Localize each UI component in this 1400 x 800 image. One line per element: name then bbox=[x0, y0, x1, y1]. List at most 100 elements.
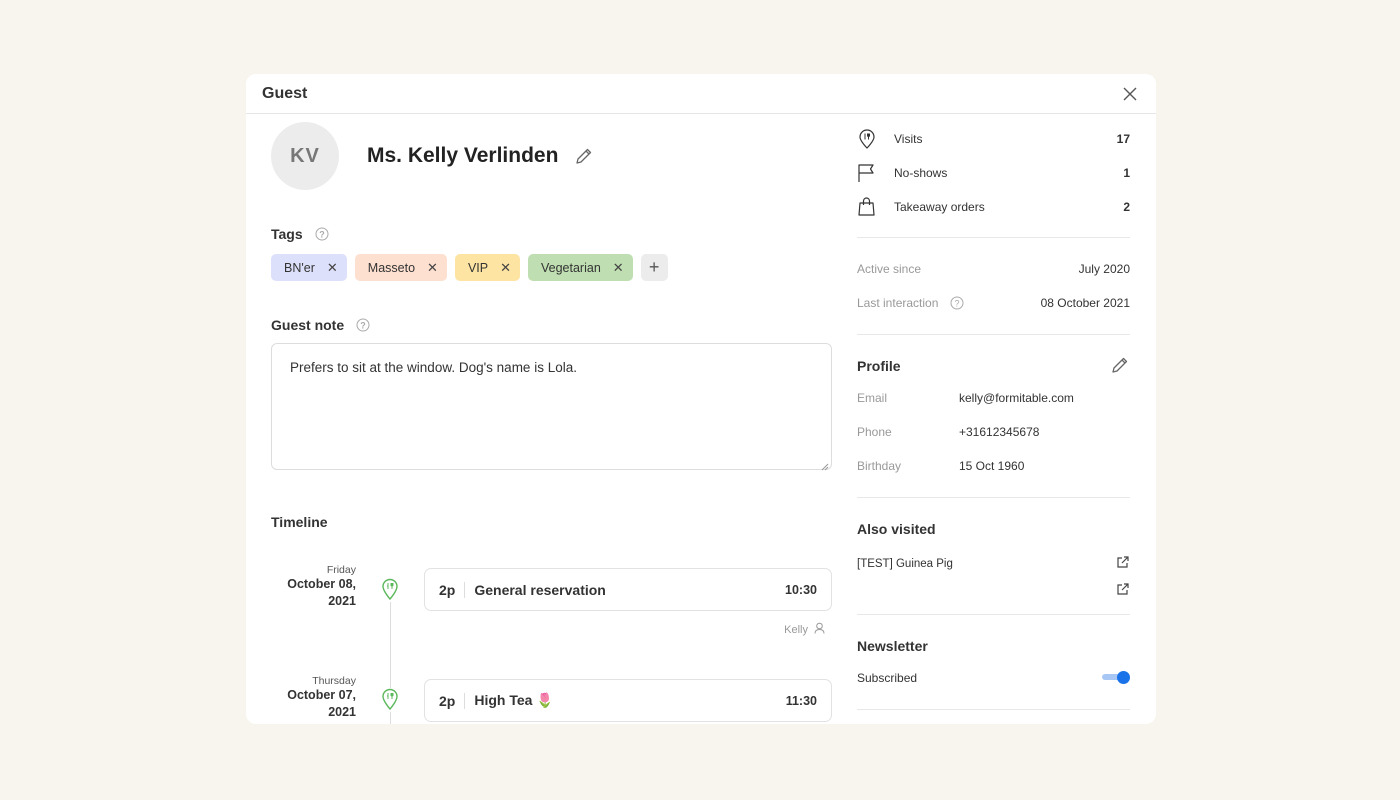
edit-profile-pencil-icon[interactable] bbox=[1110, 355, 1130, 378]
last-interaction-help-icon[interactable]: ? bbox=[950, 296, 964, 310]
right-column: Visits 17 No-shows 1 Takeaway orders 2 A… bbox=[857, 114, 1130, 710]
profile-heading: Profile bbox=[857, 351, 1130, 381]
tags-heading: Tags ? bbox=[271, 226, 833, 242]
timeline-author-name: Kelly bbox=[784, 623, 808, 636]
stat-takeaway: Takeaway orders 2 bbox=[857, 190, 1130, 224]
avatar: KV bbox=[271, 122, 339, 190]
remove-tag-icon[interactable]: ✕ bbox=[500, 260, 511, 276]
newsletter-heading: Newsletter bbox=[857, 631, 1130, 661]
timeline-title: High Tea 🌷 bbox=[474, 692, 554, 708]
profile-key: Phone bbox=[857, 425, 892, 439]
timeline-party-size: 2p bbox=[439, 581, 466, 598]
tag-label: Vegetarian bbox=[541, 260, 601, 275]
profile-phone-row: Phone +31612345678 bbox=[857, 415, 1130, 449]
remove-tag-icon[interactable]: ✕ bbox=[327, 260, 338, 276]
guest-note-label: Guest note bbox=[271, 317, 345, 333]
stat-visits: Visits 17 bbox=[857, 122, 1130, 156]
modal-title: Guest bbox=[262, 84, 308, 102]
add-tag-button[interactable]: + bbox=[640, 254, 668, 281]
shopping-bag-icon bbox=[857, 197, 877, 217]
guest-note-textarea[interactable]: Prefers to sit at the window. Dog's name… bbox=[271, 343, 832, 471]
timeline-weekday: Friday bbox=[326, 564, 356, 576]
active-since-row: Active since July 2020 bbox=[857, 252, 1130, 286]
tag-masseto: Masseto ✕ bbox=[354, 254, 447, 281]
last-interaction-value: 08 October 2021 bbox=[1040, 296, 1130, 310]
modal-header: Guest bbox=[246, 74, 1156, 114]
user-icon bbox=[814, 622, 825, 637]
newsletter-title: Newsletter bbox=[857, 638, 928, 654]
timeline-date-text: October 08, 2021 bbox=[287, 577, 356, 608]
last-interaction-row: Last interaction ? 08 October 2021 bbox=[857, 286, 1130, 320]
remove-tag-icon[interactable]: ✕ bbox=[613, 260, 624, 276]
divider bbox=[857, 709, 1130, 710]
svg-text:?: ? bbox=[360, 321, 366, 331]
also-visited-heading: Also visited bbox=[857, 514, 1130, 544]
timeline-date: Friday October 08, 2021 bbox=[271, 564, 356, 610]
visits-pin-icon bbox=[857, 129, 877, 149]
timeline-time: 11:30 bbox=[785, 693, 817, 708]
timeline-card[interactable]: 2p General reservation 10:30 bbox=[424, 568, 832, 611]
profile-key: Email bbox=[857, 391, 888, 405]
profile-value[interactable]: kelly@formitable.com bbox=[959, 391, 1074, 405]
timeline-line bbox=[390, 602, 391, 688]
also-visited-item[interactable]: [TEST] Guinea Pig bbox=[857, 550, 1130, 577]
tag-label: VIP bbox=[467, 260, 489, 275]
tag-vegetarian: Vegetarian ✕ bbox=[528, 254, 633, 281]
resize-grip-icon[interactable] bbox=[821, 459, 829, 471]
timeline-title: General reservation bbox=[474, 581, 606, 598]
external-link-icon[interactable] bbox=[1116, 582, 1130, 599]
profile-value: 15 Oct 1960 bbox=[959, 459, 1025, 473]
stat-label: No-shows bbox=[894, 166, 948, 180]
tag-list: BN'er ✕ Masseto ✕ VIP ✕ Vegetarian ✕ + bbox=[271, 254, 833, 281]
also-visited-item[interactable] bbox=[857, 577, 1130, 604]
guest-note-heading: Guest note ? bbox=[271, 317, 833, 333]
timeline-card[interactable]: 2p High Tea 🌷 11:30 bbox=[424, 679, 832, 722]
external-link-icon[interactable] bbox=[1116, 555, 1130, 572]
active-since-value: July 2020 bbox=[1078, 262, 1130, 276]
tag-label: Masseto bbox=[367, 260, 416, 275]
timeline-weekday: Thursday bbox=[312, 675, 356, 687]
guest-header: KV Ms. Kelly Verlinden bbox=[271, 114, 833, 198]
tags-label: Tags bbox=[271, 226, 303, 242]
also-visited-name: [TEST] Guinea Pig bbox=[857, 557, 953, 570]
flag-icon bbox=[857, 163, 877, 183]
reservation-pin-icon bbox=[381, 688, 399, 711]
active-since-label: Active since bbox=[857, 262, 922, 276]
newsletter-toggle[interactable] bbox=[1102, 670, 1130, 686]
stat-value: 1 bbox=[1123, 166, 1130, 180]
timeline-party-size: 2p bbox=[439, 692, 466, 709]
stat-label: Takeaway orders bbox=[894, 200, 985, 214]
timeline-date: Thursday October 07, 2021 bbox=[271, 675, 356, 721]
stat-value: 17 bbox=[1116, 132, 1130, 146]
guest-name: Ms. Kelly Verlinden bbox=[367, 144, 559, 167]
svg-text:?: ? bbox=[319, 230, 325, 240]
svg-text:?: ? bbox=[955, 299, 960, 309]
guest-note-text: Prefers to sit at the window. Dog's name… bbox=[290, 360, 577, 375]
timeline-line bbox=[390, 712, 391, 724]
timeline-label: Timeline bbox=[271, 514, 328, 530]
tags-help-icon[interactable]: ? bbox=[315, 227, 329, 241]
note-help-icon[interactable]: ? bbox=[356, 318, 370, 332]
stat-value: 2 bbox=[1123, 200, 1130, 214]
guest-modal: Guest KV Ms. Kelly Verlinden Tags ? BN'e… bbox=[246, 74, 1156, 724]
timeline-heading: Timeline bbox=[271, 514, 833, 530]
profile-email-row: Email kelly@formitable.com bbox=[857, 381, 1130, 415]
timeline-author: Kelly bbox=[784, 622, 825, 637]
profile-value[interactable]: +31612345678 bbox=[959, 425, 1039, 439]
reservation-pin-icon bbox=[381, 578, 399, 601]
tag-bn-er: BN'er ✕ bbox=[271, 254, 347, 281]
edit-name-pencil-icon[interactable] bbox=[574, 146, 594, 166]
stat-no-shows: No-shows 1 bbox=[857, 156, 1130, 190]
profile-key: Birthday bbox=[857, 459, 902, 473]
timeline-date-text: October 07, 2021 bbox=[287, 688, 356, 719]
profile-title: Profile bbox=[857, 358, 901, 374]
newsletter-status: Subscribed bbox=[857, 671, 918, 685]
left-column: KV Ms. Kelly Verlinden Tags ? BN'er ✕ Ma… bbox=[271, 114, 833, 724]
newsletter-row: Subscribed bbox=[857, 661, 1130, 695]
tag-vip: VIP ✕ bbox=[454, 254, 520, 281]
tag-label: BN'er bbox=[284, 260, 315, 275]
stat-label: Visits bbox=[894, 132, 923, 146]
also-visited-title: Also visited bbox=[857, 521, 936, 537]
close-icon[interactable] bbox=[1120, 84, 1140, 104]
remove-tag-icon[interactable]: ✕ bbox=[427, 260, 438, 276]
